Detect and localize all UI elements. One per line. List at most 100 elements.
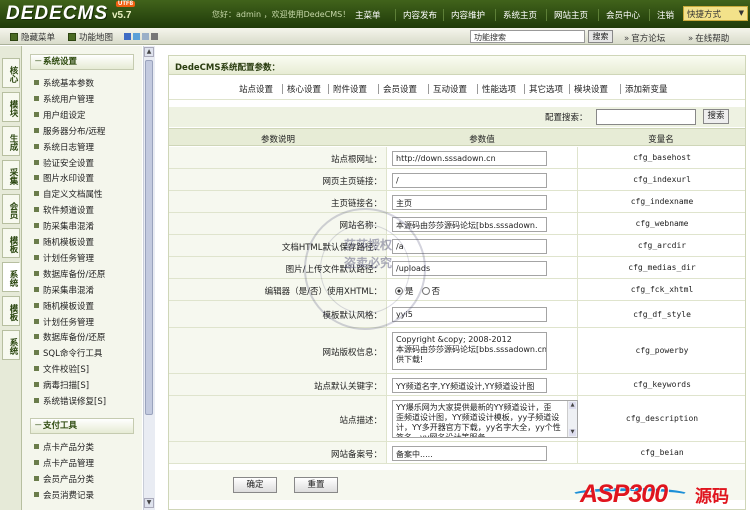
online-help-link[interactable]: » 在线帮助	[688, 32, 729, 44]
tab-3[interactable]: 会员设置	[383, 83, 417, 95]
scroll-down-icon[interactable]: ▼	[569, 429, 576, 436]
function-search-input[interactable]: 功能搜索	[470, 30, 585, 43]
menu-item[interactable]: 数据库备份/还原	[34, 268, 105, 280]
scroll-up-icon[interactable]: ▲	[144, 47, 154, 57]
menu-item[interactable]: 防采集串混淆	[34, 284, 94, 296]
config-input[interactable]: 主页	[392, 194, 547, 210]
menu-item-label: 系统错误修复[S]	[43, 397, 107, 407]
vtab-7[interactable]: 模板	[2, 296, 20, 326]
config-search-button[interactable]: 搜索	[703, 109, 729, 124]
hide-menu-icon	[10, 33, 18, 41]
config-search-input[interactable]	[596, 109, 696, 125]
config-row: 网站版权信息： cfg_powerby Copyright &copy; 2008-…	[169, 328, 745, 374]
menu-item[interactable]: 自定义文档属性	[34, 188, 103, 200]
top-nav-item[interactable]: 主菜单	[355, 9, 381, 21]
skin-swatch-1[interactable]	[124, 33, 131, 40]
menu-section-payment-tools[interactable]: －支付工具	[30, 418, 134, 434]
confirm-button[interactable]: 确定	[233, 477, 277, 493]
top-nav-item[interactable]: 注销	[657, 9, 674, 21]
bullet-icon	[34, 159, 39, 165]
menu-section-system-settings[interactable]: －系统设置	[30, 54, 134, 70]
tab-2[interactable]: 附件设置	[333, 83, 367, 95]
menu-item[interactable]: 点卡产品分类	[34, 441, 94, 453]
config-input[interactable]: 本源码由莎莎源码论坛[bbs.sssadown.	[392, 216, 547, 232]
vtab-2[interactable]: 生成	[2, 126, 20, 156]
vtab-8[interactable]: 系统	[2, 330, 20, 360]
menu-item[interactable]: 系统用户管理	[34, 93, 94, 105]
official-forum-link[interactable]: » 官方论坛	[624, 32, 665, 44]
menu-item[interactable]: 系统基本参数	[34, 77, 94, 89]
skin-swatch-4[interactable]	[151, 33, 158, 40]
vtab-5[interactable]: 模板	[2, 228, 20, 258]
description-textarea[interactable]: YY爆乐网为大家提供最新的YY频道设计，歪 歪频道设计图，YY频道设计模板，yy子…	[392, 400, 578, 438]
tab-1[interactable]: 核心设置	[287, 83, 321, 95]
top-nav-item[interactable]: 内容发布	[403, 9, 437, 21]
vtab-1[interactable]: 模块	[2, 92, 20, 122]
scroll-down-icon[interactable]: ▼	[144, 498, 154, 508]
menu-item[interactable]: SQL命令行工具	[34, 347, 102, 359]
vtab-4[interactable]: 会员	[2, 194, 20, 224]
bullet-icon	[34, 350, 39, 356]
reset-button[interactable]: 重置	[294, 477, 338, 493]
tab-8[interactable]: 添加新变量	[625, 83, 668, 95]
nav-divider	[546, 9, 547, 21]
tab-5[interactable]: 性能选项	[482, 83, 516, 95]
row-variable: cfg_webname	[635, 219, 689, 228]
tab-0[interactable]: 站点设置	[239, 83, 273, 95]
menu-item[interactable]: 病毒扫描[S]	[34, 379, 89, 391]
config-input[interactable]: 备案中.....	[392, 445, 547, 461]
menu-item[interactable]: 系统日志管理	[34, 141, 94, 153]
row-label-cell: 网页主页链接：	[169, 169, 387, 190]
menu-item[interactable]: 用户组设定	[34, 109, 86, 121]
tab-7[interactable]: 模块设置	[574, 83, 608, 95]
menu-item[interactable]: 软件频道设置	[34, 204, 94, 216]
xhtml-no[interactable]: 否	[421, 287, 440, 297]
top-nav-item[interactable]: 内容维护	[451, 9, 485, 21]
watermark-line1: 莎莎授权	[344, 238, 393, 252]
skin-swatch-3[interactable]	[142, 33, 149, 40]
config-input[interactable]: http://down.sssadown.cn	[392, 150, 547, 166]
menu-item[interactable]: 会员产品分类	[34, 473, 94, 485]
copyright-line: 本源码由莎莎源码论坛[bbs.sssadown.cn]提	[396, 345, 547, 354]
scroll-up-icon[interactable]: ▲	[569, 402, 576, 409]
top-nav-item[interactable]: 网站主页	[554, 9, 588, 21]
skin-swatch-2[interactable]	[133, 33, 140, 40]
row-label-cell: 站点根网址：	[169, 147, 387, 168]
menu-item[interactable]: 随机模板设置	[34, 236, 94, 248]
vtab-0[interactable]: 核心	[2, 58, 20, 88]
description-line: 签名，yy网名设计等服务	[396, 433, 486, 438]
menu-item[interactable]: 会员消费记录	[34, 489, 94, 501]
copyright-line: Copyright &copy; 2008-2012	[396, 335, 512, 344]
scrollbar-thumb[interactable]	[145, 60, 153, 415]
tab-6[interactable]: 其它选项	[529, 83, 563, 95]
row-variable: cfg_df_style	[633, 309, 691, 319]
menu-item[interactable]: 防采集串混淆	[34, 220, 94, 232]
config-input[interactable]: yyi5	[392, 307, 547, 322]
menu-item[interactable]: 服务器分布/远程	[34, 125, 105, 137]
menu-item[interactable]: 计划任务管理	[34, 316, 94, 328]
copyright-textarea[interactable]: Copyright &copy; 2008-2012 本源码由莎莎源码论坛[bbs…	[392, 332, 547, 370]
menu-item[interactable]: 系统错误修复[S]	[34, 395, 106, 407]
top-nav-item[interactable]: 系统主页	[503, 9, 537, 21]
menu-item[interactable]: 图片水印设置	[34, 172, 94, 184]
tab-4[interactable]: 互动设置	[433, 83, 467, 95]
menu-item[interactable]: 随机模板设置	[34, 300, 94, 312]
vtab-3[interactable]: 采集	[2, 160, 20, 190]
quick-menu-dropdown[interactable]: 快捷方式 ▼	[683, 6, 748, 21]
textarea-scrollbar[interactable]: ▲ ▼	[567, 401, 577, 437]
config-input[interactable]: YY频道名字,YY频道设计,YY频道设计图	[392, 377, 547, 393]
vtab-6[interactable]: 系统	[2, 262, 20, 292]
top-nav-item[interactable]: 会员中心	[606, 9, 640, 21]
function-map-button[interactable]: 功能地图	[68, 31, 113, 43]
bullet-icon	[34, 444, 39, 449]
menu-item[interactable]: 计划任务管理	[34, 252, 94, 264]
menu-item[interactable]: 点卡产品管理	[34, 457, 94, 469]
menu-item[interactable]: 验证安全设置	[34, 157, 94, 169]
config-input[interactable]: /	[392, 172, 547, 188]
menu-item[interactable]: 数据库备份/还原	[34, 331, 105, 343]
function-search-button[interactable]: 搜索	[588, 30, 613, 43]
hide-menu-button[interactable]: 隐藏菜单	[10, 31, 55, 43]
nav-divider	[443, 9, 444, 21]
menu-item[interactable]: 文件校验[S]	[34, 363, 89, 375]
bullet-icon	[34, 382, 39, 388]
